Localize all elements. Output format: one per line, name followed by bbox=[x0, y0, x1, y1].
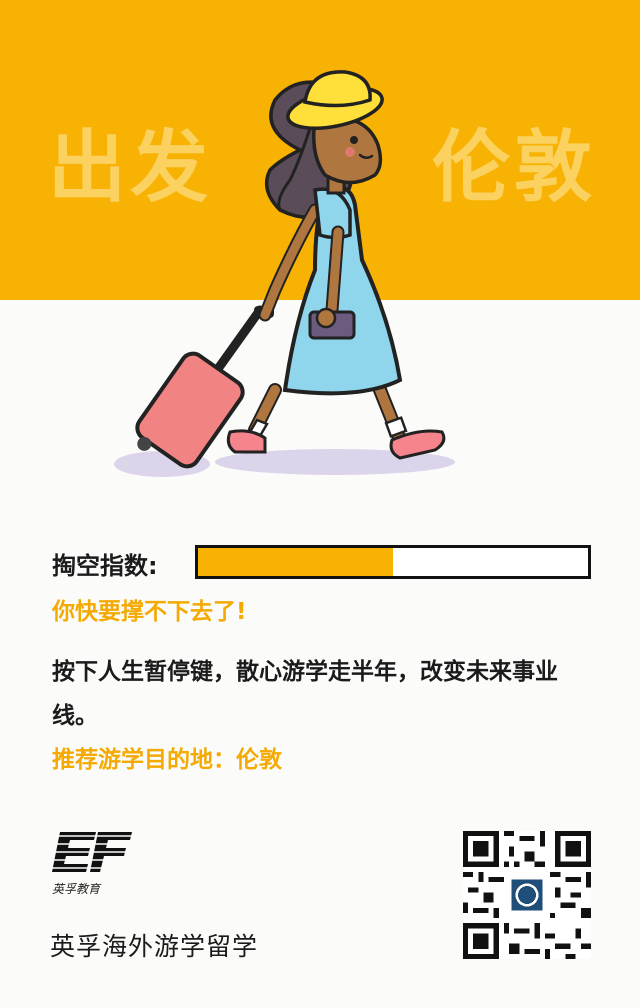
empty-index-fill bbox=[198, 548, 393, 576]
body-text: 按下人生暂停键，散心游学走半年，改变未来事业线。 bbox=[52, 659, 558, 729]
warning-text: 你快要撑不下去了! bbox=[52, 599, 247, 625]
empty-index-label: 掏空指数: bbox=[52, 552, 158, 580]
footer-brand: 英孚海外游学留学 bbox=[50, 932, 259, 961]
empty-index-row: 掏空指数: bbox=[52, 545, 591, 581]
traveler-illustration bbox=[114, 70, 455, 477]
destination-text: 推荐游学目的地：伦敦 bbox=[52, 747, 282, 773]
qr-code-icon[interactable] bbox=[463, 831, 591, 959]
logo-subtitle: 英孚教育 bbox=[52, 882, 101, 896]
empty-index-bar bbox=[195, 545, 591, 579]
